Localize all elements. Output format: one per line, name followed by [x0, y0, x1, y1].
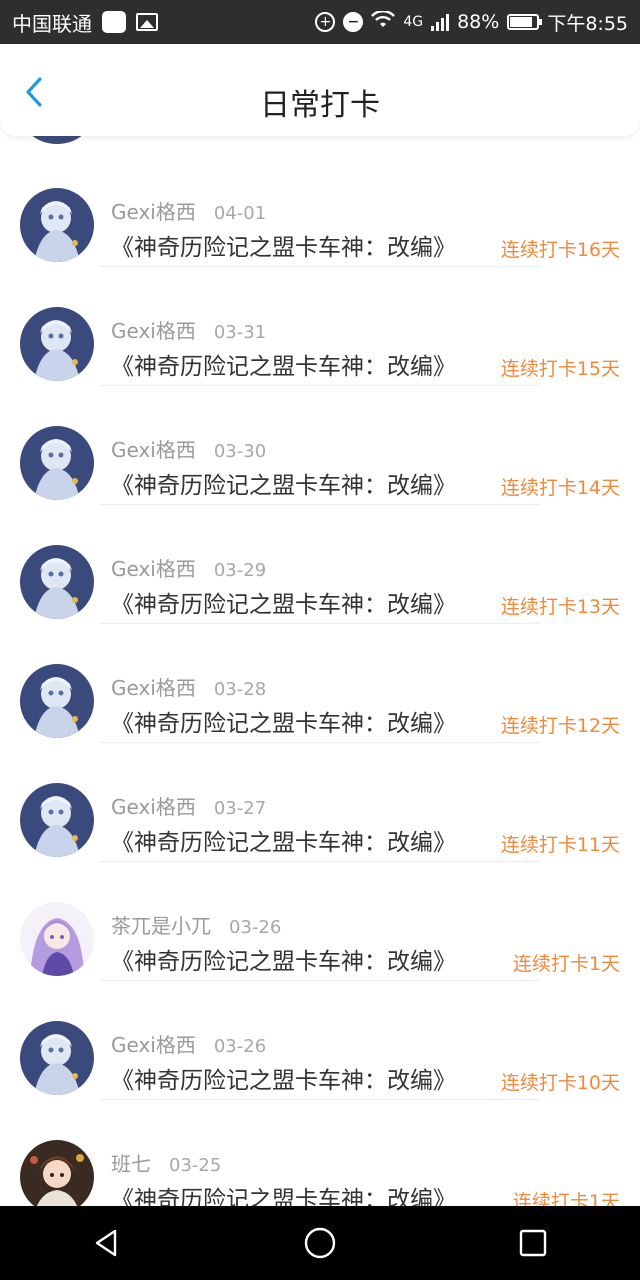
streak-label: 连续打卡12天 [500, 715, 620, 737]
nav-recents-icon [520, 1229, 547, 1257]
user-name[interactable]: Gexi格西 [111, 315, 196, 344]
nav-back-button[interactable] [82, 1218, 132, 1268]
checkin-date: 03-26 [229, 917, 282, 938]
network-type-label: 4G [403, 14, 424, 30]
name-row: Gexi格西 03-28 [111, 672, 266, 701]
streak-label: 连续打卡10天 [500, 1072, 620, 1094]
user-name[interactable]: Gexi格西 [111, 434, 196, 463]
checkin-date: 03-27 [213, 798, 267, 819]
battery-icon [507, 14, 543, 30]
checkin-item[interactable]: Gexi格西 03-30 《神奇历险记之盟卡车神：改编》 连续打卡14天 [0, 386, 640, 505]
checkin-date: 03-31 [213, 322, 267, 343]
carrier-label: 中国联通 [12, 11, 92, 36]
avatar[interactable] [20, 545, 94, 619]
nav-home-button[interactable] [295, 1218, 345, 1268]
checkin-title: 《神奇历险记之盟卡车神：改编》 [111, 1068, 456, 1094]
user-name[interactable]: Gexi格西 [111, 196, 196, 225]
checkin-title: 《神奇历险记之盟卡车神：改编》 [111, 592, 456, 618]
clock: 下午8:55 [547, 12, 628, 35]
checkin-title: 《神奇历险记之盟卡车神：改编》 [111, 354, 456, 380]
nav-back-icon [95, 1229, 116, 1257]
checkin-date: 03-30 [213, 441, 267, 462]
checkin-title: 《神奇历险记之盟卡车神：改编》 [111, 473, 456, 499]
checkin-title: 《神奇历险记之盟卡车神：改编》 [111, 235, 456, 261]
user-name[interactable]: 茶兀是小兀 [111, 910, 211, 939]
status-bar: 中国联通 + − 4G 88% 下午8:55 [0, 0, 640, 44]
image-notification-icon [136, 13, 158, 31]
checkin-item[interactable]: 班七 03-25 《神奇历险记之盟卡车神：改编》 连续打卡1天 [0, 1100, 640, 1219]
screen: 中国联通 + − 4G 88% 下午8:55 日常打卡 Gexi格西 04-01… [0, 0, 640, 1280]
checkin-item[interactable]: Gexi格西 03-27 《神奇历险记之盟卡车神：改编》 连续打卡11天 [0, 743, 640, 862]
avatar[interactable] [20, 902, 94, 976]
avatar[interactable] [20, 664, 94, 738]
checkin-item[interactable]: Gexi格西 04-01 《神奇历险记之盟卡车神：改编》 连续打卡16天 [0, 148, 640, 267]
user-name[interactable]: 班七 [111, 1148, 151, 1177]
battery-percent: 88% [457, 11, 500, 33]
streak-label: 连续打卡13天 [500, 596, 620, 618]
header: 日常打卡 [0, 44, 640, 136]
avatar[interactable] [20, 1140, 94, 1214]
checkin-title: 《神奇历险记之盟卡车神：改编》 [111, 711, 456, 737]
avatar[interactable] [20, 783, 94, 857]
streak-label: 连续打卡11天 [500, 834, 620, 856]
navigation-bar [0, 1206, 640, 1280]
checkin-item[interactable]: Gexi格西 03-29 《神奇历险记之盟卡车神：改编》 连续打卡13天 [0, 505, 640, 624]
user-name[interactable]: Gexi格西 [111, 672, 196, 701]
name-row: Gexi格西 03-29 [111, 553, 266, 582]
streak-label: 连续打卡14天 [500, 477, 620, 499]
checkin-item[interactable]: 茶兀是小兀 03-26 《神奇历险记之盟卡车神：改编》 连续打卡1天 [0, 862, 640, 981]
name-row: Gexi格西 03-31 [111, 315, 266, 344]
do-not-disturb-icon: − [343, 12, 364, 32]
checkin-item[interactable]: Gexi格西 03-28 《神奇历险记之盟卡车神：改编》 连续打卡12天 [0, 624, 640, 743]
checkin-date: 04-01 [213, 203, 267, 224]
checkin-date: 03-26 [213, 1036, 267, 1057]
data-saver-icon: + [315, 12, 336, 32]
nav-home-icon [304, 1227, 336, 1259]
nav-recents-button[interactable] [508, 1218, 558, 1268]
avatar[interactable] [20, 307, 94, 381]
name-row: Gexi格西 04-01 [111, 196, 266, 225]
page-title: 日常打卡 [260, 88, 380, 123]
checkin-item[interactable]: Gexi格西 03-31 《神奇历险记之盟卡车神：改编》 连续打卡15天 [0, 267, 640, 386]
user-name[interactable]: Gexi格西 [111, 553, 196, 582]
avatar[interactable] [20, 188, 94, 262]
user-name[interactable]: Gexi格西 [111, 1029, 196, 1058]
streak-label: 连续打卡15天 [500, 358, 620, 380]
checkin-date: 03-29 [213, 560, 267, 581]
checkin-item[interactable]: Gexi格西 03-26 《神奇历险记之盟卡车神：改编》 连续打卡10天 [0, 981, 640, 1100]
name-row: 茶兀是小兀 03-26 [111, 910, 281, 939]
streak-label: 连续打卡16天 [500, 239, 620, 261]
status-right: + − 4G 88% 下午8:55 [315, 9, 628, 36]
signal-icon [431, 13, 450, 31]
checkin-list: Gexi格西 04-01 《神奇历险记之盟卡车神：改编》 连续打卡16天 Gex… [0, 148, 640, 1219]
notification-app-icon [102, 11, 126, 33]
name-row: Gexi格西 03-27 [111, 791, 266, 820]
checkin-date: 03-25 [169, 1155, 222, 1176]
name-row: 班七 03-25 [111, 1148, 221, 1177]
wifi-icon [371, 9, 396, 34]
avatar[interactable] [20, 1021, 94, 1095]
status-left: 中国联通 [12, 8, 158, 37]
name-row: Gexi格西 03-26 [111, 1029, 266, 1058]
checkin-date: 03-28 [213, 679, 267, 700]
streak-label: 连续打卡1天 [512, 953, 620, 975]
user-name[interactable]: Gexi格西 [111, 791, 196, 820]
avatar[interactable] [20, 426, 94, 500]
checkin-title: 《神奇历险记之盟卡车神：改编》 [111, 830, 456, 856]
checkin-title: 《神奇历险记之盟卡车神：改编》 [111, 949, 456, 975]
name-row: Gexi格西 03-30 [111, 434, 266, 463]
